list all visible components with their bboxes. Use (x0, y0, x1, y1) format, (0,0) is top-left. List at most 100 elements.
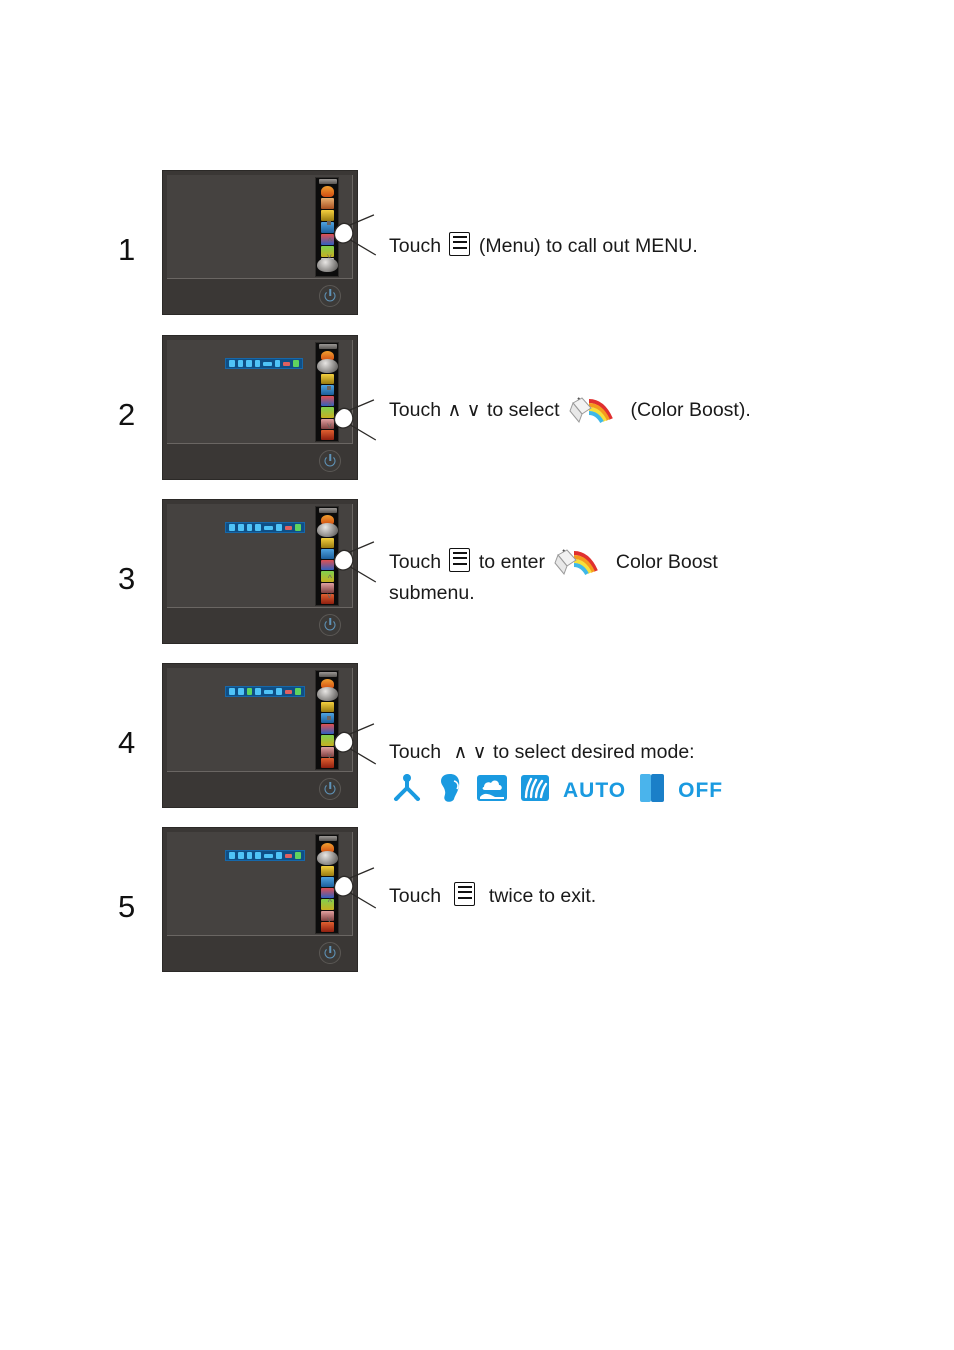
mode-bar-auto-label[interactable] (263, 361, 272, 366)
mode-bar-skin-tone-icon[interactable] (237, 852, 244, 859)
nav-down-key[interactable]: ˅ (327, 422, 332, 431)
nav-up-key[interactable]: ^ (328, 574, 332, 583)
mode-bar-grass-icon[interactable] (254, 360, 261, 367)
monitor-screen (167, 668, 353, 772)
off-label[interactable]: OFF (678, 779, 723, 803)
mode-bar-skin-tone-icon[interactable] (237, 688, 244, 695)
nav-down-key[interactable]: ˅ (327, 592, 332, 601)
nav-down-key[interactable]: ˅ (327, 752, 332, 761)
mode-bar-full-boost-icon[interactable] (229, 852, 235, 859)
monitor-bezel (163, 609, 357, 643)
step-number: 3 (118, 561, 136, 596)
mode-bar-off-label[interactable] (284, 525, 293, 530)
mode-bar-off-label[interactable] (284, 689, 293, 694)
mode-bar-nature-icon[interactable] (276, 524, 282, 531)
mode-bar-grass-icon[interactable] (255, 688, 262, 695)
instruction-text-4: Touch ∧ ∨ to select desired mode: (389, 738, 695, 767)
arrow-keys-icon: ∧ ∨ (447, 400, 481, 421)
osd-icon-picture-boost[interactable] (320, 548, 334, 559)
mode-bar-exit-icon[interactable] (295, 852, 302, 859)
osd-icon-luminance[interactable] (320, 186, 334, 197)
mode-bar-auto-label[interactable] (264, 525, 274, 530)
full-boost-icon[interactable] (392, 774, 422, 807)
instruction-text-5: Touch twice to exit. (389, 882, 596, 911)
mode-bar-sky-icon[interactable] (246, 688, 253, 695)
auto-label[interactable]: AUTO (563, 779, 626, 803)
mode-bar-sky-icon[interactable] (246, 360, 252, 367)
instruction-line-2: submenu. (389, 582, 475, 604)
power-button[interactable] (319, 285, 341, 307)
skin-tone-icon[interactable] (436, 773, 463, 808)
nav-up-key[interactable]: ^ (328, 898, 332, 907)
mode-bar-grass-icon[interactable] (255, 524, 262, 531)
instr-suffix: (Menu) to call out MENU. (478, 235, 698, 257)
monitor-screen (167, 175, 353, 279)
mode-bar-exit-icon[interactable] (295, 688, 302, 695)
mode-bar-off-label[interactable] (283, 361, 291, 366)
osd-icon-color-setup[interactable] (320, 865, 334, 876)
mode-bar-auto-label[interactable] (264, 853, 274, 858)
mode-bar-nature-icon[interactable] (276, 688, 282, 695)
osd-icon-color-setup[interactable] (320, 373, 334, 384)
osd-icon-color-setup[interactable] (320, 701, 334, 712)
osd-icon-color-setup[interactable] (320, 537, 334, 548)
grass-boost-icon[interactable] (521, 775, 549, 806)
arrow-keys-icon: ∧ ∨ (453, 742, 487, 763)
mode-bar-nature-icon[interactable] (274, 360, 281, 367)
instr-prefix: Touch (389, 235, 442, 257)
color-boost-icon (569, 395, 621, 425)
mode-bar-full-boost-icon[interactable] (229, 688, 235, 695)
instr-middle: to select desired mode: (492, 741, 695, 763)
mode-bar-skin-tone-icon[interactable] (237, 360, 244, 367)
nature-skin-icon[interactable] (640, 774, 665, 807)
nav-menu-key[interactable] (327, 386, 331, 390)
monitor-bezel (163, 445, 357, 479)
osd-cursor-highlight (317, 687, 338, 701)
monitor-bezel (163, 280, 357, 314)
monitor-screen (167, 340, 353, 444)
brand-logo (319, 179, 337, 184)
osd-icon-color-setup[interactable] (320, 210, 334, 221)
brand-logo (319, 836, 337, 841)
mode-bar-exit-icon[interactable] (295, 524, 302, 531)
mode-bar-full-boost-icon[interactable] (229, 360, 235, 367)
osd-icon-picture-boost[interactable] (320, 876, 334, 887)
monitor-illustration-5: ^ ˅ (162, 827, 377, 972)
osd-icon-osd-setup[interactable] (320, 724, 334, 735)
power-button[interactable] (319, 942, 341, 964)
mode-bar-skin-tone-icon[interactable] (237, 524, 244, 531)
instr-prefix: Touch (389, 399, 442, 421)
brand-logo (319, 672, 337, 677)
mode-bar-grass-icon[interactable] (255, 852, 262, 859)
step-number: 4 (118, 725, 136, 760)
mode-bar-sky-icon[interactable] (246, 524, 253, 531)
osd-icon-osd-setup[interactable] (320, 560, 334, 571)
mode-bar-sky-icon[interactable] (246, 852, 253, 859)
sky-boost-icon[interactable] (477, 775, 507, 806)
manual-page: 1 ^ ˅ Touch (Menu) to call out MENU. 2 ^… (0, 0, 954, 1350)
menu-icon (449, 548, 471, 572)
instruction-text-3: Touch to enter Color Boost submenu. (389, 547, 718, 608)
mode-bar-exit-icon[interactable] (293, 360, 299, 367)
nav-down-key[interactable]: ˅ (327, 916, 332, 925)
nav-menu-key[interactable] (327, 221, 331, 225)
power-button[interactable] (319, 450, 341, 472)
mode-icon-strip: AUTO OFF (392, 773, 723, 808)
power-button[interactable] (319, 778, 341, 800)
osd-icon-exit[interactable] (320, 429, 334, 440)
osd-icon-extra[interactable] (320, 735, 334, 746)
nav-menu-key[interactable] (327, 716, 331, 720)
osd-cursor-highlight (317, 258, 338, 272)
osd-icon-image-setup[interactable] (320, 198, 334, 209)
mode-bar-nature-icon[interactable] (276, 852, 282, 859)
osd-cursor-highlight (317, 359, 338, 373)
nav-up-key[interactable]: ^ (328, 402, 332, 411)
osd-mode-bar (225, 522, 305, 533)
mode-bar-off-label[interactable] (284, 853, 293, 858)
nav-up-key[interactable]: ^ (328, 237, 332, 246)
osd-cursor-highlight (317, 523, 338, 537)
osd-cursor-highlight (317, 851, 338, 865)
mode-bar-auto-label[interactable] (264, 689, 274, 694)
power-button[interactable] (319, 614, 341, 636)
mode-bar-full-boost-icon[interactable] (229, 524, 235, 531)
